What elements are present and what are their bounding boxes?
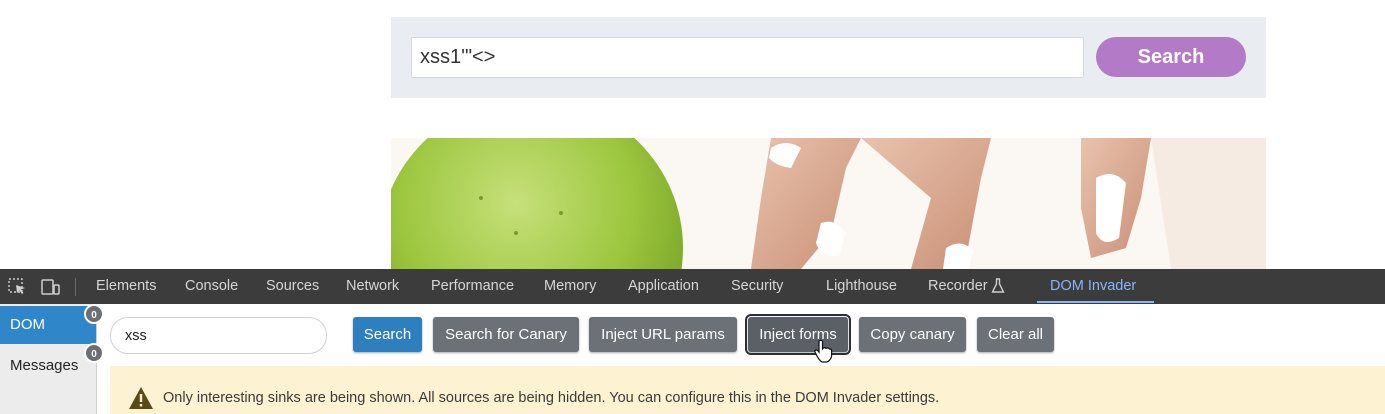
messages-count-badge: 0 (84, 343, 104, 363)
dom-invader-sidebar: DOM Messages (0, 304, 97, 414)
inspect-element-icon[interactable] (7, 277, 27, 297)
devtools-tabbar: Elements Console Sources Network Perform… (0, 269, 1385, 304)
warning-banner: Only interesting sinks are being shown. … (110, 366, 1385, 414)
clear-all-button[interactable]: Clear all (977, 317, 1054, 352)
inject-forms-button[interactable]: Inject forms (745, 314, 851, 355)
search-panel: Search (391, 17, 1266, 98)
device-toolbar-icon[interactable] (40, 277, 60, 297)
canary-search-input[interactable] (110, 317, 327, 354)
tab-security[interactable]: Security (731, 269, 783, 304)
sidebar-item-label: DOM (10, 316, 45, 333)
warning-icon (129, 387, 153, 409)
copy-canary-button[interactable]: Copy canary (859, 317, 966, 352)
tab-lighthouse[interactable]: Lighthouse (826, 269, 897, 304)
tab-elements[interactable]: Elements (96, 269, 156, 304)
sidebar-item-label: Messages (10, 357, 79, 374)
sidebar-item-messages[interactable]: Messages (0, 346, 96, 386)
tab-performance[interactable]: Performance (431, 269, 514, 304)
toolbar-separator (75, 278, 76, 296)
hand-cursor-icon (814, 339, 833, 363)
dom-count-badge: 0 (84, 304, 104, 324)
dom-invader-panel: DOM Messages 0 0 Search Search for Canar… (0, 304, 1385, 414)
search-button[interactable]: Search (353, 317, 422, 352)
hero-illustration (391, 138, 1266, 269)
web-page: Search (0, 0, 1385, 269)
site-search-input[interactable] (411, 37, 1084, 78)
tab-memory[interactable]: Memory (544, 269, 596, 304)
tab-dom-invader[interactable]: DOM Invader (1050, 269, 1136, 304)
tab-application[interactable]: Application (628, 269, 699, 304)
warning-text: Only interesting sinks are being shown. … (163, 390, 940, 406)
tab-sources[interactable]: Sources (266, 269, 319, 304)
site-search-button[interactable]: Search (1096, 37, 1246, 77)
sidebar-item-dom[interactable]: DOM (0, 306, 96, 344)
search-for-canary-button[interactable]: Search for Canary (433, 317, 579, 352)
tab-console[interactable]: Console (185, 269, 238, 304)
flask-icon (991, 278, 1005, 293)
tab-network[interactable]: Network (346, 269, 399, 304)
inject-url-params-button[interactable]: Inject URL params (589, 317, 737, 352)
tab-recorder[interactable]: Recorder (928, 269, 988, 304)
fruit-and-hand-image (391, 138, 1266, 269)
active-tab-indicator (1037, 301, 1154, 303)
